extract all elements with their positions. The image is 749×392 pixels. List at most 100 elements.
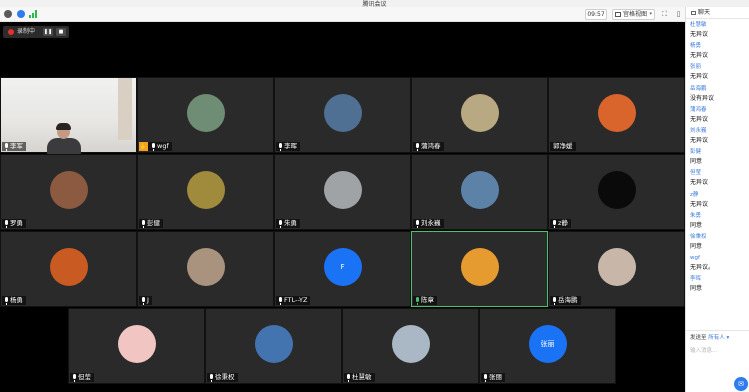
participant-name-bar: FTL--YZ <box>276 296 311 305</box>
chat-message: z静 无异议 <box>686 190 749 211</box>
participant-tile[interactable]: 张丽 张丽 <box>479 308 616 384</box>
participant-name: 岳海鹏 <box>558 296 578 304</box>
participant-tile[interactable]: 彭健 <box>137 154 274 230</box>
chat-sender[interactable]: 张丽 <box>690 62 749 72</box>
meeting-timer: 09:57 <box>585 9 607 20</box>
participant-name: 但莹 <box>78 373 91 381</box>
chat-sender[interactable]: 蒲鸿春 <box>690 105 749 115</box>
microphone-icon <box>414 220 420 228</box>
participant-name: 杨勇 <box>10 296 23 304</box>
participant-tile[interactable]: 但莹 <box>68 308 205 384</box>
participant-name: 朱勇 <box>284 219 297 227</box>
participant-name-bar: 刘永巍 <box>413 219 444 228</box>
participant-tile[interactable]: 杨勇 <box>0 231 137 307</box>
chat-composer: 发送至 所有人 ▾ ✉ <box>686 330 749 392</box>
microphone-icon <box>140 297 146 305</box>
participant-name: 李军 <box>10 142 23 150</box>
chat-message: 彭健 同意 <box>686 147 749 168</box>
chat-text: 无异议。 <box>690 264 715 272</box>
chat-message: 徐秉权 同意 <box>686 232 749 253</box>
participant-tile[interactable]: z静 <box>548 154 685 230</box>
chat-text: 无异议 <box>690 115 709 123</box>
chat-message: 蒲鸿春 无异议 <box>686 105 749 126</box>
microphone-icon <box>277 220 283 228</box>
fullscreen-icon[interactable]: ⛶ <box>660 10 669 19</box>
chat-sender[interactable]: 杨勇 <box>690 41 749 51</box>
feedback-bubble-icon[interactable]: ✉ <box>734 377 748 391</box>
microphone-icon <box>208 374 214 382</box>
participant-tile[interactable]: 罗勇 <box>0 154 137 230</box>
participant-avatar: F <box>323 248 362 286</box>
send-to-selector[interactable]: 发送至 所有人 ▾ <box>690 334 745 342</box>
participant-name-bar: 岳海鹏 <box>550 296 581 305</box>
participant-name: J <box>147 296 149 304</box>
participant-name-bar: J <box>139 296 152 305</box>
participant-name: 罗勇 <box>10 219 23 227</box>
participant-tile[interactable]: 刘永巍 <box>411 154 548 230</box>
chat-sender[interactable]: wgf <box>690 253 749 263</box>
microphone-icon <box>482 374 488 382</box>
sidebar-toggle-icon[interactable]: ▯ <box>674 10 683 19</box>
chat-text: 同意 <box>690 158 703 166</box>
raise-hand-icon: ✋ <box>139 142 148 151</box>
participant-tile[interactable]: 郭净媛 <box>548 77 685 153</box>
participant-name: wgf <box>157 142 169 150</box>
network-signal-icon[interactable] <box>29 10 38 18</box>
pause-recording-button[interactable]: ❚❚ <box>43 28 53 36</box>
participant-avatar <box>186 171 225 209</box>
participant-name-bar: 彭健 <box>139 219 163 228</box>
participant-tile[interactable]: 岳海鹏 <box>548 231 685 307</box>
microphone-icon <box>3 220 9 228</box>
participant-tile[interactable]: F FTL--YZ <box>274 231 411 307</box>
chat-text: 没有异议 <box>690 94 715 102</box>
participant-name: 李晖 <box>284 142 297 150</box>
stop-recording-button[interactable]: ■ <box>56 28 66 36</box>
microphone-icon <box>414 297 420 305</box>
chat-message: 岳海鹏 没有异议 <box>686 84 749 105</box>
participant-avatar <box>597 248 636 286</box>
chat-sender[interactable]: 李晖 <box>690 274 749 284</box>
chat-sender[interactable]: 徐秉权 <box>690 232 749 242</box>
participant-tile[interactable]: 朱勇 <box>274 154 411 230</box>
participant-tile[interactable]: ✋ wgf <box>137 77 274 153</box>
chat-message-list[interactable]: 杜慧敏 无异议 杨勇 无异议 张丽 无异议 岳海鹏 没有异议 蒲鸿春 无异议 刘永巍 无异议 彭健 同意但… <box>686 20 749 295</box>
microphone-icon <box>551 297 557 305</box>
participant-name-bar: 郭净媛 <box>550 142 576 151</box>
chat-text: 无异议 <box>690 73 709 81</box>
view-mode-dropdown[interactable]: 宫格视图 ▾ <box>612 9 655 20</box>
chat-message: 朱勇 同意 <box>686 211 749 232</box>
chat-text: 同意 <box>690 285 703 293</box>
recording-dot-icon <box>8 29 14 35</box>
participant-tile[interactable]: 李晖 <box>274 77 411 153</box>
chat-message: 张丽 无异议 <box>686 62 749 83</box>
chat-sender[interactable]: 但莹 <box>690 168 749 178</box>
chat-sender[interactable]: 岳海鹏 <box>690 84 749 94</box>
chat-sender[interactable]: 朱勇 <box>690 211 749 221</box>
chat-sender[interactable]: 刘永巍 <box>690 126 749 136</box>
participant-tile[interactable]: 陈章 <box>411 231 548 307</box>
title-bar: 腾讯会议 <box>0 0 749 8</box>
participant-name-bar: 陈章 <box>413 296 437 305</box>
chat-input[interactable] <box>690 345 746 357</box>
participant-name-bar: 徐秉权 <box>207 373 238 382</box>
chat-sender[interactable]: 杜慧敏 <box>690 20 749 30</box>
participant-tile[interactable]: J <box>137 231 274 307</box>
participant-tile[interactable]: 蒲鸿春 <box>411 77 548 153</box>
chat-panel: 聊天 杜慧敏 无异议 杨勇 无异议 张丽 无异议 岳海鹏 没有异议 蒲鸿春 无异议 刘永巍 无异议 彭健… <box>685 7 749 392</box>
meeting-info-icon[interactable] <box>4 10 12 18</box>
participant-tile[interactable]: 李军 <box>0 77 137 154</box>
chat-text: 无异议 <box>690 200 709 208</box>
security-shield-icon[interactable] <box>17 10 25 18</box>
chat-text: 无异议 <box>690 179 709 187</box>
chat-sender[interactable]: z静 <box>690 190 749 200</box>
chat-sender[interactable]: 彭健 <box>690 147 749 157</box>
participant-name-bar: z静 <box>550 219 571 228</box>
participant-name: 杜慧敏 <box>352 373 372 381</box>
participant-tile[interactable]: 徐秉权 <box>205 308 342 384</box>
microphone-icon <box>277 143 283 151</box>
participant-tile[interactable]: 杜慧敏 <box>342 308 479 384</box>
chat-text: 同意 <box>690 221 703 229</box>
participant-name-bar: 但莹 <box>70 373 94 382</box>
participant-avatar <box>323 94 362 132</box>
participant-name: 蒲鸿春 <box>421 142 441 150</box>
